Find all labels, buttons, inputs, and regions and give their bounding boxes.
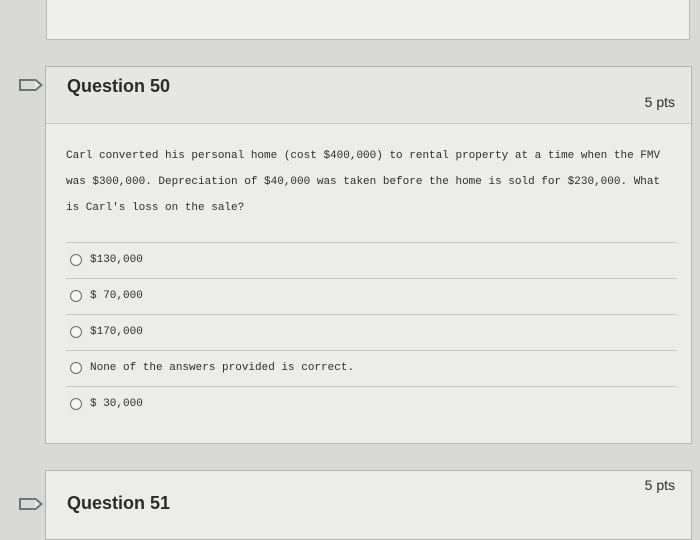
radio-button[interactable]	[70, 398, 82, 410]
radio-button[interactable]	[70, 290, 82, 302]
answer-option[interactable]: $170,000	[66, 314, 677, 350]
answer-option[interactable]: None of the answers provided is correct.	[66, 350, 677, 386]
question-title: Question 50	[67, 76, 171, 96]
question-title: Question 51	[67, 493, 171, 513]
radio-button[interactable]	[70, 254, 82, 266]
radio-button[interactable]	[70, 362, 82, 374]
answer-option[interactable]: $ 30,000	[66, 386, 677, 422]
question-points: 5 pts	[644, 477, 675, 493]
next-question-card: Question 51 5 pts	[45, 470, 692, 540]
answer-list: $130,000 $ 70,000 $170,000 None of the a…	[66, 242, 677, 422]
answer-option[interactable]: $130,000	[66, 242, 677, 278]
answer-label[interactable]: $130,000	[90, 254, 143, 266]
answer-option[interactable]: $ 70,000	[66, 278, 677, 314]
question-header: Question 50 5 pts	[46, 67, 691, 124]
radio-button[interactable]	[70, 326, 82, 338]
flag-question-icon[interactable]	[19, 79, 43, 91]
answer-label[interactable]: $ 30,000	[90, 398, 143, 410]
answer-label[interactable]: $ 70,000	[90, 290, 143, 302]
question-points: 5 pts	[644, 94, 675, 110]
question-text: Carl converted his personal home (cost $…	[66, 150, 661, 214]
flag-question-icon[interactable]	[19, 498, 43, 510]
answer-label[interactable]: None of the answers provided is correct.	[90, 362, 354, 374]
question-card: Question 50 5 pts Carl converted his per…	[45, 66, 692, 444]
answer-label[interactable]: $170,000	[90, 326, 143, 338]
previous-question-card	[46, 0, 690, 40]
